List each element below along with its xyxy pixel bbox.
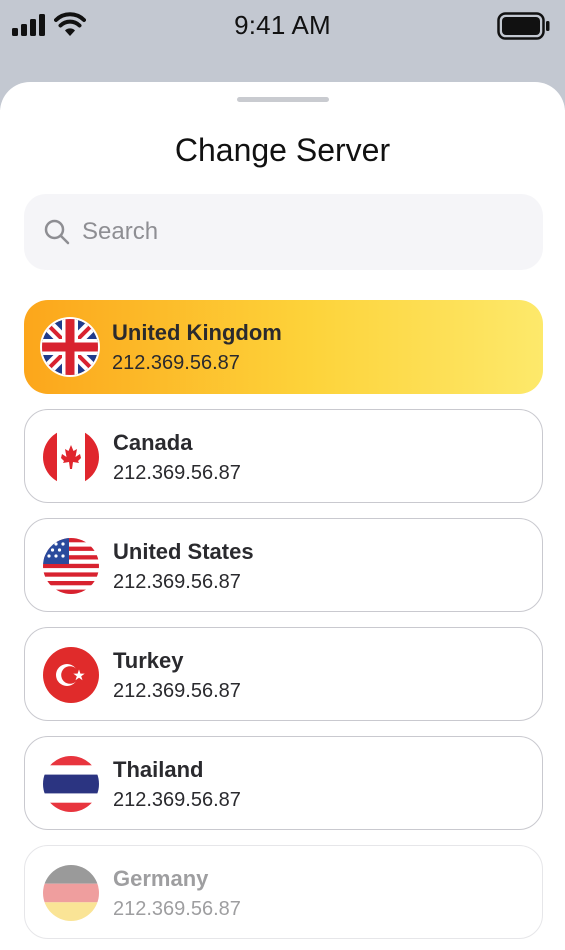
search-icon [44, 219, 70, 245]
server-ip: 212.369.56.87 [113, 462, 241, 484]
server-name: Germany [113, 866, 209, 891]
change-server-sheet: Change Server Uni [0, 82, 565, 950]
server-item-turkey[interactable]: Turkey 212.369.56.87 [24, 627, 543, 721]
battery-icon [497, 12, 550, 40]
server-name: Canada [113, 430, 193, 455]
thailand-flag-icon [43, 756, 99, 812]
server-item-thailand[interactable]: Thailand 212.369.56.87 [24, 736, 543, 830]
server-name: Thailand [113, 757, 204, 782]
canada-flag-icon [43, 429, 99, 485]
us-flag-icon [43, 538, 99, 594]
server-name: Turkey [113, 648, 184, 673]
germany-flag-icon [43, 865, 99, 921]
server-name: United States [113, 539, 254, 564]
sheet-title: Change Server [174, 132, 391, 168]
server-name: United Kingdom [112, 320, 282, 345]
server-item-canada[interactable]: Canada 212.369.56.87 [24, 409, 543, 503]
server-item-united-kingdom[interactable]: United Kingdom 212.369.56.87 [24, 300, 543, 394]
server-ip: 212.369.56.87 [113, 898, 241, 920]
server-ip: 212.369.56.87 [113, 571, 241, 593]
server-ip: 212.369.56.87 [113, 680, 241, 702]
server-item-germany[interactable]: Germany 212.369.56.87 [24, 845, 543, 939]
server-ip: 212.369.56.87 [112, 352, 240, 374]
search-input[interactable] [82, 194, 522, 270]
turkey-flag-icon [43, 647, 99, 703]
uk-flag-icon [42, 319, 98, 375]
server-item-united-states[interactable]: United States 212.369.56.87 [24, 518, 543, 612]
server-ip: 212.369.56.87 [113, 789, 241, 811]
search-bar[interactable] [24, 194, 543, 270]
server-list: United Kingdom 212.369.56.87 Canada 212.… [24, 300, 543, 950]
status-time: 9:41 AM [234, 10, 331, 40]
sheet-grabber-handle[interactable] [237, 97, 329, 102]
